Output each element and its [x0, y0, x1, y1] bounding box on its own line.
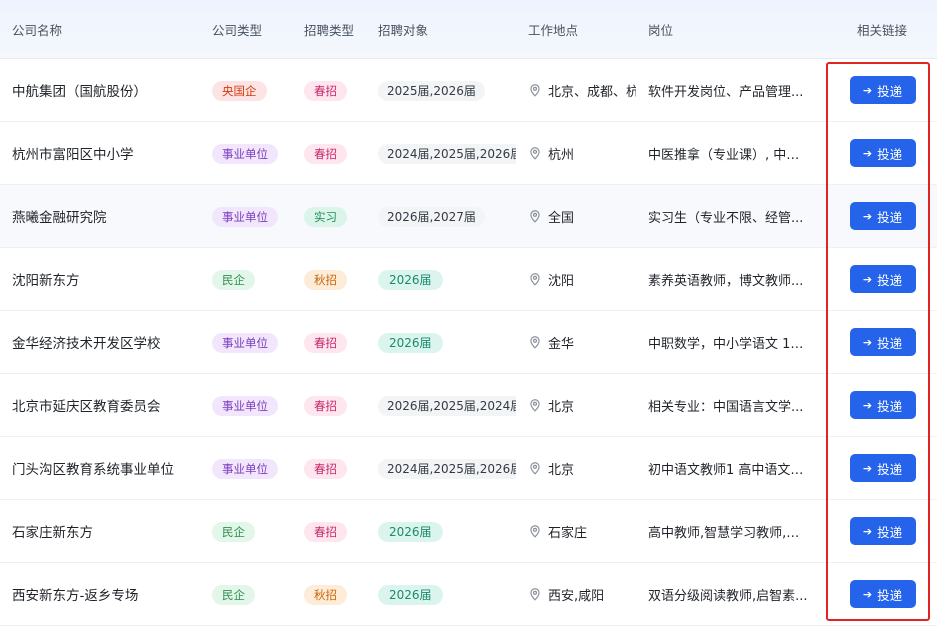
- recruit-type-badge: 春招: [304, 332, 347, 353]
- arrow-right-icon: ➔: [862, 335, 873, 349]
- company-type-badge: 事业单位: [212, 332, 278, 353]
- location-text: 北京: [548, 462, 575, 478]
- location-text: 北京、成都、杭: [548, 84, 636, 100]
- company-type-badge: 民企: [212, 269, 255, 290]
- company-type-badge: 民企: [212, 521, 255, 542]
- table-row: 沈阳新东方 民企 秋招 2026届 沈阳 素养英语教师，博文教师... ➔ 投递: [0, 248, 937, 311]
- apply-button[interactable]: ➔ 投递: [849, 391, 916, 419]
- location-text: 沈阳: [548, 273, 575, 289]
- position-text: 双语分级阅读教师,启智素...: [648, 588, 808, 604]
- position-text: 中医推拿（专业课）, 中职...: [648, 147, 812, 163]
- location-text: 西安,咸阳: [548, 588, 605, 604]
- map-pin-icon: [530, 210, 540, 223]
- table-row: 北京市延庆区教育委员会 事业单位 春招 2026届,2025届,2024届 北京…: [0, 374, 937, 437]
- company-name[interactable]: 西安新东方-返乡专场: [0, 584, 200, 604]
- location-text: 石家庄: [548, 525, 588, 541]
- table-row: 西安新东方-返乡专场 民企 秋招 2026届 西安,咸阳 双语分级阅读教师,启智…: [0, 563, 937, 626]
- header-target: 招聘对象: [378, 22, 429, 38]
- apply-button[interactable]: ➔ 投递: [849, 76, 916, 104]
- company-name[interactable]: 沈阳新东方: [0, 269, 200, 289]
- header-company-type: 公司类型: [212, 22, 263, 38]
- map-pin-icon: [530, 525, 540, 538]
- arrow-right-icon: ➔: [862, 209, 873, 223]
- target-badge: 2025届,2026届: [378, 80, 485, 101]
- target-badge: 2026届: [378, 521, 443, 542]
- map-pin-icon: [530, 84, 540, 97]
- arrow-right-icon: ➔: [862, 461, 873, 475]
- position-text: 中职数学，中小学语文 1，...: [648, 336, 816, 352]
- target-badge: 2024届,2025届,2026届: [378, 458, 516, 479]
- target-badge: 2026届: [378, 332, 443, 353]
- location-text: 全国: [548, 210, 575, 226]
- target-badge: 2026届,2025届,2024届: [378, 395, 516, 416]
- company-type-badge: 民企: [212, 584, 255, 605]
- position-text: 素养英语教师，博文教师...: [648, 273, 804, 289]
- map-pin-icon: [530, 462, 540, 475]
- map-pin-icon: [530, 336, 540, 349]
- company-name[interactable]: 金华经济技术开发区学校: [0, 332, 200, 352]
- table-header: 公司名称 公司类型 招聘类型 招聘对象 工作地点 岗位 相关链接: [0, 0, 937, 59]
- table-row: 中航集团（国航股份） 央国企 春招 2025届,2026届 北京、成都、杭 软件…: [0, 59, 937, 122]
- recruit-type-badge: 秋招: [304, 269, 347, 290]
- recruit-type-badge: 春招: [304, 80, 347, 101]
- company-type-badge: 事业单位: [212, 458, 278, 479]
- header-link: 相关链接: [856, 22, 907, 38]
- apply-button[interactable]: ➔ 投递: [849, 139, 916, 167]
- recruit-type-badge: 春招: [304, 143, 347, 164]
- company-name[interactable]: 石家庄新东方: [0, 521, 200, 541]
- position-text: 高中教师,智慧学习教师,青...: [648, 525, 812, 541]
- position-text: 实习生（专业不限、经管...: [648, 210, 804, 226]
- table-row: 燕曦金融研究院 事业单位 实习 2026届,2027届 全国 实习生（专业不限、…: [0, 185, 937, 248]
- header-company: 公司名称: [12, 22, 63, 38]
- arrow-right-icon: ➔: [862, 272, 873, 286]
- target-badge: 2026届: [378, 269, 443, 290]
- company-name[interactable]: 北京市延庆区教育委员会: [0, 395, 200, 415]
- table-row: 石家庄新东方 民企 春招 2026届 石家庄 高中教师,智慧学习教师,青... …: [0, 500, 937, 563]
- company-name[interactable]: 中航集团（国航股份）: [0, 80, 200, 100]
- target-badge: 2026届,2027届: [378, 206, 485, 227]
- position-text: 相关专业：中国语言文学...: [648, 399, 804, 415]
- arrow-right-icon: ➔: [862, 83, 873, 97]
- table-row: 金华经济技术开发区学校 事业单位 春招 2026届 金华 中职数学，中小学语文 …: [0, 311, 937, 374]
- table-row: 门头沟区教育系统事业单位 事业单位 春招 2024届,2025届,2026届 北…: [0, 437, 937, 500]
- map-pin-icon: [530, 588, 540, 601]
- arrow-right-icon: ➔: [862, 146, 873, 160]
- apply-button[interactable]: ➔ 投递: [849, 202, 916, 230]
- arrow-right-icon: ➔: [862, 587, 873, 601]
- recruit-type-badge: 实习: [304, 206, 347, 227]
- company-type-badge: 央国企: [212, 80, 267, 101]
- company-name[interactable]: 门头沟区教育系统事业单位: [0, 458, 200, 478]
- location-text: 杭州: [548, 147, 575, 163]
- company-type-badge: 事业单位: [212, 143, 278, 164]
- company-name[interactable]: 杭州市富阳区中小学: [0, 143, 200, 163]
- apply-button[interactable]: ➔ 投递: [849, 580, 916, 608]
- map-pin-icon: [530, 399, 540, 412]
- header-recruit-type: 招聘类型: [304, 22, 355, 38]
- recruit-type-badge: 秋招: [304, 584, 347, 605]
- recruit-type-badge: 春招: [304, 395, 347, 416]
- location-text: 北京: [548, 399, 575, 415]
- table-row: 杭州市富阳区中小学 事业单位 春招 2024届,2025届,2026届 杭州 中…: [0, 122, 937, 185]
- position-text: 软件开发岗位、产品管理...: [648, 84, 804, 100]
- recruit-type-badge: 春招: [304, 521, 347, 542]
- header-position: 岗位: [648, 22, 674, 38]
- target-badge: 2026届: [378, 584, 443, 605]
- apply-button[interactable]: ➔ 投递: [849, 328, 916, 356]
- company-type-badge: 事业单位: [212, 206, 278, 227]
- arrow-right-icon: ➔: [862, 524, 873, 538]
- map-pin-icon: [530, 273, 540, 286]
- map-pin-icon: [530, 147, 540, 160]
- arrow-right-icon: ➔: [862, 398, 873, 412]
- apply-button[interactable]: ➔ 投递: [849, 265, 916, 293]
- location-text: 金华: [548, 336, 575, 352]
- company-type-badge: 事业单位: [212, 395, 278, 416]
- job-table: 公司名称 公司类型 招聘类型 招聘对象 工作地点 岗位 相关链接 中航集团（国航…: [0, 0, 937, 626]
- apply-button[interactable]: ➔ 投递: [849, 517, 916, 545]
- target-badge: 2024届,2025届,2026届: [378, 143, 516, 164]
- recruit-type-badge: 春招: [304, 458, 347, 479]
- company-name[interactable]: 燕曦金融研究院: [0, 206, 200, 226]
- apply-button[interactable]: ➔ 投递: [849, 454, 916, 482]
- position-text: 初中语文教师1 高中语文教...: [648, 462, 816, 478]
- header-location: 工作地点: [528, 22, 579, 38]
